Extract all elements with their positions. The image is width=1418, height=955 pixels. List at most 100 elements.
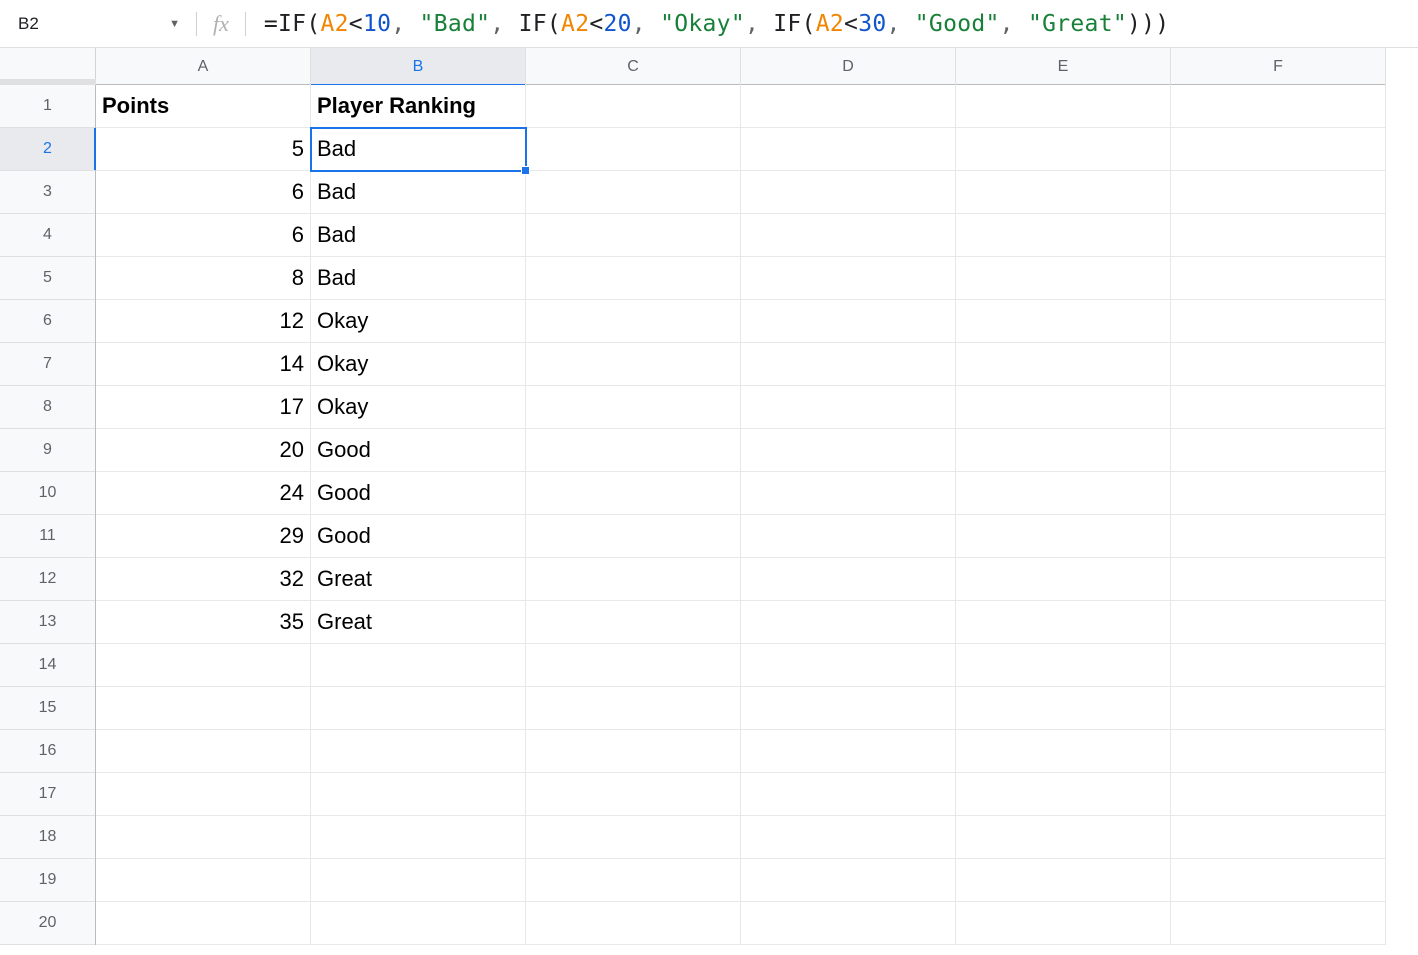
row-header-13[interactable]: 13 xyxy=(0,601,95,644)
cell-F11[interactable] xyxy=(1171,515,1386,558)
cell-A19[interactable] xyxy=(96,859,311,902)
cell-E10[interactable] xyxy=(956,472,1171,515)
cell-F12[interactable] xyxy=(1171,558,1386,601)
cell-B11[interactable]: Good xyxy=(311,515,526,558)
cell-F7[interactable] xyxy=(1171,343,1386,386)
cell-A17[interactable] xyxy=(96,773,311,816)
cell-F18[interactable] xyxy=(1171,816,1386,859)
cell-F5[interactable] xyxy=(1171,257,1386,300)
cell-B6[interactable]: Okay xyxy=(311,300,526,343)
cell-C7[interactable] xyxy=(526,343,741,386)
cell-A20[interactable] xyxy=(96,902,311,945)
cell-E13[interactable] xyxy=(956,601,1171,644)
cell-B3[interactable]: Bad xyxy=(311,171,526,214)
cell-E4[interactable] xyxy=(956,214,1171,257)
cell-D5[interactable] xyxy=(741,257,956,300)
column-header-C[interactable]: C xyxy=(526,48,741,85)
cell-B20[interactable] xyxy=(311,902,526,945)
cell-A8[interactable]: 17 xyxy=(96,386,311,429)
cell-A16[interactable] xyxy=(96,730,311,773)
cell-E14[interactable] xyxy=(956,644,1171,687)
column-header-A[interactable]: A xyxy=(96,48,311,85)
cell-C2[interactable] xyxy=(526,128,741,171)
formula-input[interactable]: =IF(A2<10, "Bad", IF(A2<20, "Okay", IF(A… xyxy=(264,8,1410,40)
row-header-1[interactable]: 1 xyxy=(0,85,95,128)
cell-C1[interactable] xyxy=(526,85,741,128)
cell-E1[interactable] xyxy=(956,85,1171,128)
cell-D9[interactable] xyxy=(741,429,956,472)
cell-E18[interactable] xyxy=(956,816,1171,859)
cell-D20[interactable] xyxy=(741,902,956,945)
row-header-5[interactable]: 5 xyxy=(0,257,95,300)
cell-D3[interactable] xyxy=(741,171,956,214)
cell-B10[interactable]: Good xyxy=(311,472,526,515)
cell-F17[interactable] xyxy=(1171,773,1386,816)
cell-E15[interactable] xyxy=(956,687,1171,730)
cell-F2[interactable] xyxy=(1171,128,1386,171)
cell-B17[interactable] xyxy=(311,773,526,816)
row-header-15[interactable]: 15 xyxy=(0,687,95,730)
column-header-D[interactable]: D xyxy=(741,48,956,85)
row-header-16[interactable]: 16 xyxy=(0,730,95,773)
row-header-14[interactable]: 14 xyxy=(0,644,95,687)
cell-B14[interactable] xyxy=(311,644,526,687)
cell-C14[interactable] xyxy=(526,644,741,687)
cell-F9[interactable] xyxy=(1171,429,1386,472)
cell-C6[interactable] xyxy=(526,300,741,343)
cell-E2[interactable] xyxy=(956,128,1171,171)
cell-B12[interactable]: Great xyxy=(311,558,526,601)
cell-C12[interactable] xyxy=(526,558,741,601)
cell-A2[interactable]: 5 xyxy=(96,128,311,171)
cell-D13[interactable] xyxy=(741,601,956,644)
cell-A4[interactable]: 6 xyxy=(96,214,311,257)
cell-D4[interactable] xyxy=(741,214,956,257)
cell-B9[interactable]: Good xyxy=(311,429,526,472)
cell-C8[interactable] xyxy=(526,386,741,429)
cell-A11[interactable]: 29 xyxy=(96,515,311,558)
cell-E12[interactable] xyxy=(956,558,1171,601)
cell-A3[interactable]: 6 xyxy=(96,171,311,214)
cell-F6[interactable] xyxy=(1171,300,1386,343)
cell-D12[interactable] xyxy=(741,558,956,601)
cell-E5[interactable] xyxy=(956,257,1171,300)
row-header-7[interactable]: 7 xyxy=(0,343,95,386)
cell-D7[interactable] xyxy=(741,343,956,386)
cell-D18[interactable] xyxy=(741,816,956,859)
cell-C20[interactable] xyxy=(526,902,741,945)
cell-E11[interactable] xyxy=(956,515,1171,558)
cell-F4[interactable] xyxy=(1171,214,1386,257)
cell-D17[interactable] xyxy=(741,773,956,816)
cell-F15[interactable] xyxy=(1171,687,1386,730)
row-header-3[interactable]: 3 xyxy=(0,171,95,214)
cell-F16[interactable] xyxy=(1171,730,1386,773)
cell-F8[interactable] xyxy=(1171,386,1386,429)
cell-A9[interactable]: 20 xyxy=(96,429,311,472)
cell-C16[interactable] xyxy=(526,730,741,773)
cell-D6[interactable] xyxy=(741,300,956,343)
cell-C3[interactable] xyxy=(526,171,741,214)
cell-D14[interactable] xyxy=(741,644,956,687)
cell-C4[interactable] xyxy=(526,214,741,257)
cell-E17[interactable] xyxy=(956,773,1171,816)
row-header-18[interactable]: 18 xyxy=(0,816,95,859)
cell-D2[interactable] xyxy=(741,128,956,171)
column-header-E[interactable]: E xyxy=(956,48,1171,85)
cell-D1[interactable] xyxy=(741,85,956,128)
cell-D16[interactable] xyxy=(741,730,956,773)
cell-B2[interactable]: Bad xyxy=(311,128,526,171)
name-box-dropdown-icon[interactable]: ▼ xyxy=(169,18,180,30)
cell-C15[interactable] xyxy=(526,687,741,730)
cell-C5[interactable] xyxy=(526,257,741,300)
cell-D11[interactable] xyxy=(741,515,956,558)
cell-A12[interactable]: 32 xyxy=(96,558,311,601)
cell-E19[interactable] xyxy=(956,859,1171,902)
cell-D15[interactable] xyxy=(741,687,956,730)
row-header-17[interactable]: 17 xyxy=(0,773,95,816)
row-header-2[interactable]: 2 xyxy=(0,128,95,171)
cell-C19[interactable] xyxy=(526,859,741,902)
cell-A6[interactable]: 12 xyxy=(96,300,311,343)
cell-F19[interactable] xyxy=(1171,859,1386,902)
cell-B19[interactable] xyxy=(311,859,526,902)
cell-F14[interactable] xyxy=(1171,644,1386,687)
row-header-12[interactable]: 12 xyxy=(0,558,95,601)
